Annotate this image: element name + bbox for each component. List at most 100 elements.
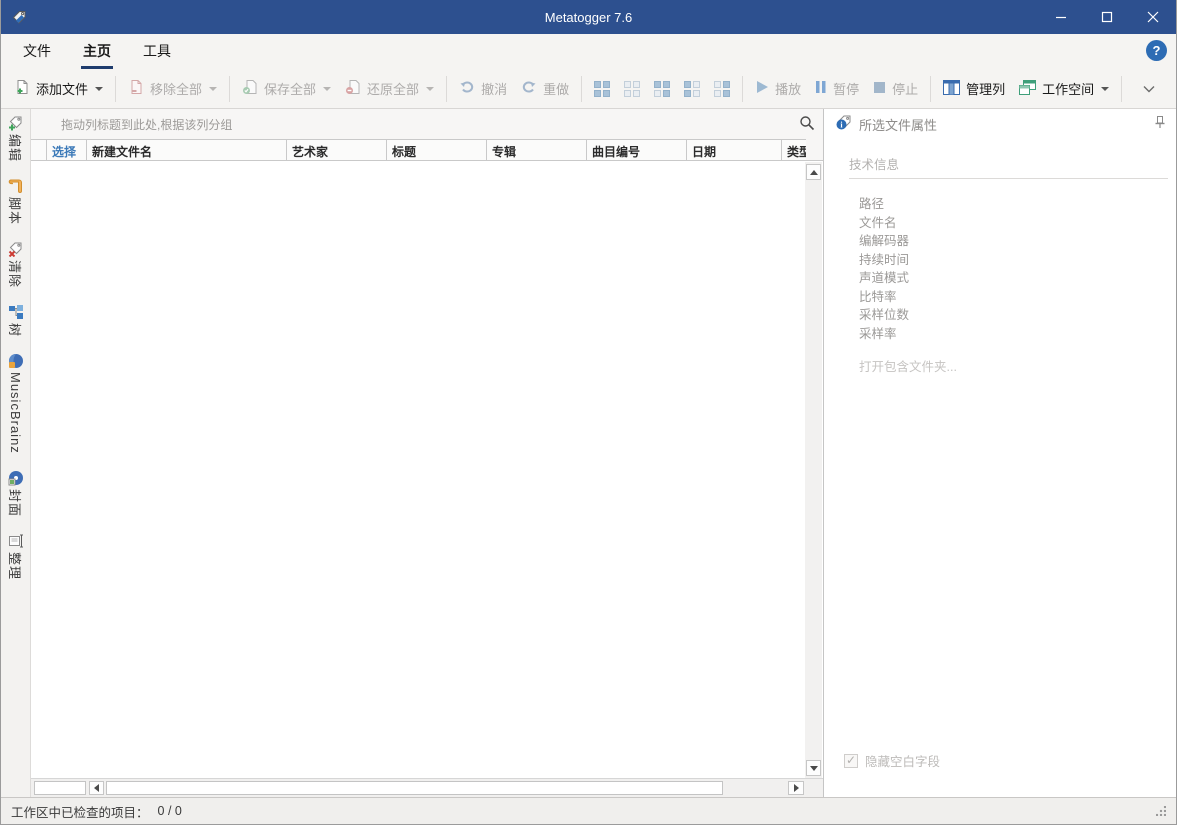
sidebar-item-tree[interactable]: 树 (6, 304, 25, 337)
open-containing-folder-link[interactable]: 打开包含文件夹... (859, 356, 1176, 375)
column-header-select[interactable]: 选择 (47, 140, 87, 160)
redo-button[interactable]: 重做 (514, 74, 576, 103)
window-title: Metatogger 7.6 (544, 9, 633, 25)
sidebar-item-script[interactable]: 脚本 (6, 178, 25, 225)
sidebar-item-label: 清除 (7, 260, 22, 289)
cover-art-icon (8, 470, 24, 486)
workspace-button[interactable]: 工作空间 (1012, 74, 1116, 103)
toolbar-separator (229, 75, 231, 102)
pause-icon (815, 80, 827, 97)
scroll-right-icon[interactable] (788, 781, 804, 795)
collapse-ribbon-icon[interactable] (1143, 81, 1155, 96)
sidebar-item-cover[interactable]: 封面 (6, 470, 25, 517)
pause-button[interactable]: 暂停 (808, 74, 866, 103)
toolbar-right (1116, 75, 1171, 102)
manage-columns-button[interactable]: 管理列 (936, 74, 1012, 103)
tab-home[interactable]: 主页 (75, 34, 119, 69)
save-all-label: 保存全部 (264, 82, 317, 97)
fixed-pane-box (34, 781, 86, 795)
workspace-label: 工作空间 (1042, 82, 1095, 97)
sidebar-item-organize[interactable]: 整理 (6, 533, 25, 580)
properties-panel-header: i 所选文件属性 (824, 109, 1176, 139)
properties-panel: i 所选文件属性 技术信息 路径 文件名 编解码器 持续时间 声道模式 比特率 … (824, 109, 1176, 797)
left-sidebar: 编辑 脚本 清除 树 MusicBrainz 封面 整理 (1, 109, 31, 797)
play-icon (755, 80, 769, 97)
pin-icon[interactable] (1154, 115, 1166, 134)
close-button[interactable] (1130, 0, 1176, 34)
uncheck-all-button[interactable] (624, 80, 641, 97)
sidebar-item-label: 整理 (7, 551, 22, 580)
invert-check-button[interactable] (654, 80, 671, 97)
stop-button[interactable]: 停止 (866, 74, 925, 103)
scroll-left-icon[interactable] (89, 781, 104, 795)
field-bit-depth: 采样位数 (859, 308, 910, 322)
vertical-scrollbar[interactable] (805, 162, 822, 778)
remove-all-button[interactable]: 移除全部 (121, 74, 224, 103)
restore-all-button[interactable]: 还原全部 (338, 74, 441, 103)
scroll-down-icon[interactable] (806, 760, 821, 776)
field-duration: 持续时间 (859, 252, 910, 267)
sidebar-item-label: MusicBrainz (8, 372, 23, 454)
remove-all-label: 移除全部 (150, 82, 203, 97)
undo-icon (459, 79, 475, 98)
play-label: 播放 (775, 82, 802, 97)
play-button[interactable]: 播放 (748, 74, 808, 103)
maximize-button[interactable] (1084, 0, 1130, 34)
sidebar-item-label: 脚本 (7, 197, 22, 226)
toolbar-separator (581, 75, 583, 102)
tab-file[interactable]: 文件 (15, 34, 59, 69)
file-list-empty-area[interactable] (31, 161, 823, 778)
search-icon[interactable] (799, 115, 815, 134)
group-by-hint: 拖动列标题到此处,根据该列分组 (61, 117, 233, 132)
uncheck-selected-button[interactable] (714, 80, 731, 97)
tag-plus-icon (8, 115, 24, 131)
add-files-button[interactable]: 添加文件 (7, 74, 110, 103)
check-selected-button[interactable] (684, 80, 701, 97)
script-icon (8, 178, 24, 194)
titlebar: Metatogger 7.6 (1, 0, 1176, 34)
column-header-date[interactable]: 日期 (687, 140, 782, 160)
column-header-type[interactable]: 类型 (782, 140, 806, 160)
save-all-button[interactable]: 保存全部 (235, 74, 338, 103)
field-path: 路径 (859, 197, 885, 211)
horizontal-scrollbar[interactable] (31, 778, 823, 797)
app-window: Metatogger 7.6 文件 主页 工具 ? 添加文件 移除全部 保存全部… (0, 0, 1177, 825)
sidebar-item-musicbrainz[interactable]: MusicBrainz (8, 353, 24, 454)
column-header-artist[interactable]: 艺术家 (287, 140, 387, 160)
ribbon-tab-bar: 文件 主页 工具 ? (1, 34, 1176, 69)
scroll-up-icon[interactable] (806, 164, 821, 180)
toolbar-separator (930, 75, 932, 102)
redo-icon (521, 79, 537, 98)
tag-info-icon: i (835, 114, 853, 135)
tree-icon (8, 304, 24, 320)
manage-columns-icon (943, 79, 961, 98)
hide-empty-fields-checkbox[interactable] (844, 753, 858, 768)
field-filename: 文件名 (859, 215, 897, 230)
chevron-down-icon (323, 86, 332, 91)
toolbar-separator (446, 75, 448, 102)
undo-button[interactable]: 撤消 (452, 74, 514, 103)
sidebar-item-clear[interactable]: 清除 (6, 241, 25, 288)
column-header-album[interactable]: 专辑 (487, 140, 587, 160)
chevron-down-icon (1101, 86, 1110, 91)
hide-empty-fields-row: 隐藏空白字段 (844, 751, 1176, 770)
horizontal-scroll-thumb[interactable] (106, 781, 723, 795)
resize-grip[interactable] (1156, 806, 1166, 816)
group-by-bar[interactable]: 拖动列标题到此处,根据该列分组 (31, 109, 823, 139)
column-header-title[interactable]: 标题 (387, 140, 487, 160)
help-button[interactable]: ? (1146, 40, 1167, 61)
chevron-down-icon (209, 86, 218, 91)
tab-tools[interactable]: 工具 (135, 34, 179, 69)
properties-panel-title: 所选文件属性 (859, 117, 938, 133)
sidebar-item-edit[interactable]: 编辑 (6, 115, 25, 162)
column-header-track-number[interactable]: 曲目编号 (587, 140, 687, 160)
minimize-button[interactable] (1038, 0, 1084, 34)
save-all-icon (242, 79, 258, 98)
check-all-button[interactable] (594, 80, 611, 97)
column-header-new-filename[interactable]: 新建文件名 (87, 140, 287, 160)
status-checked-items-value: 0 / 0 (157, 804, 182, 818)
field-sample-rate: 采样率 (859, 326, 897, 341)
undo-label: 撤消 (481, 82, 508, 97)
chevron-down-icon (95, 86, 104, 91)
column-header-indicator[interactable] (31, 140, 47, 160)
